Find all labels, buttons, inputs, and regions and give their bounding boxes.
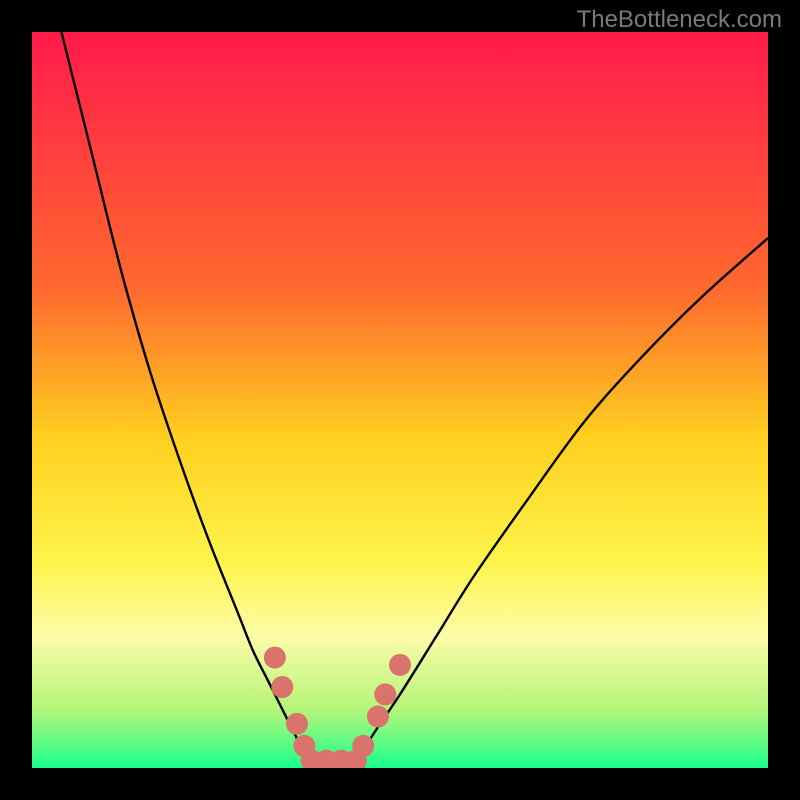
watermark-text: TheBottleneck.com [577, 6, 782, 34]
data-point [264, 647, 286, 669]
chart-canvas [32, 32, 768, 768]
bottleneck-chart [32, 32, 768, 768]
data-point [374, 683, 396, 705]
data-point [286, 713, 308, 735]
data-point [367, 705, 389, 727]
data-point [389, 654, 411, 676]
data-point [271, 676, 293, 698]
data-point [352, 735, 374, 757]
